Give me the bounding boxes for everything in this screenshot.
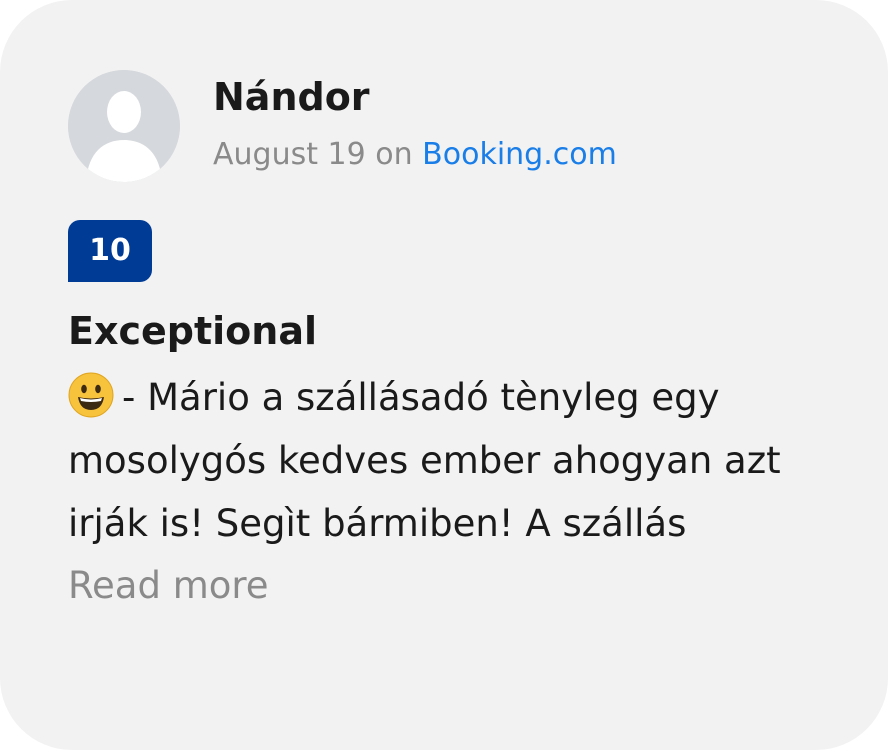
review-body: - Mário a szállásadó tènyleg egy mosolyg… [68, 376, 781, 545]
review-meta: August 19 on Booking.com [213, 135, 617, 175]
review-on-text: on [375, 137, 413, 172]
reviewer-name: Nándor [213, 75, 370, 119]
read-more-link[interactable]: Read more [68, 560, 269, 612]
score-badge: 10 [68, 220, 152, 282]
review-date: August 19 [213, 137, 366, 172]
grinning-face-emoji-icon [68, 372, 114, 418]
avatar-placeholder-icon [68, 70, 180, 182]
review-text: - Mário a szállásadó tènyleg egy mosolyg… [68, 366, 838, 555]
review-source-link[interactable]: Booking.com [422, 137, 617, 172]
score-label: Exceptional [68, 309, 317, 353]
review-card: Nándor August 19 on Booking.com 10 Excep… [0, 0, 888, 750]
